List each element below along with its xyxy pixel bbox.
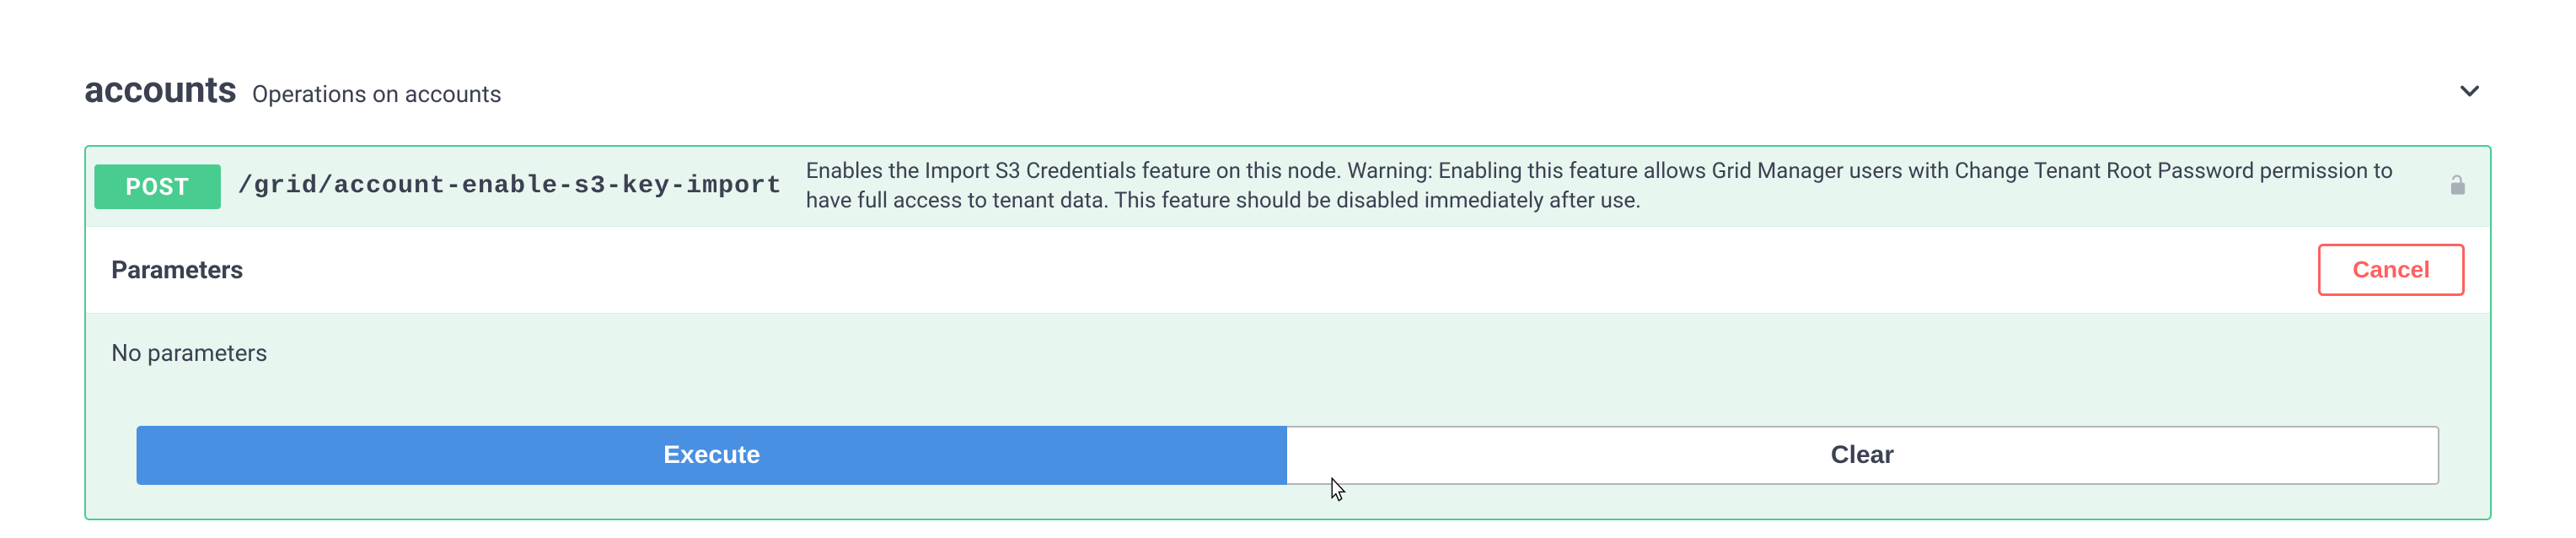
- section-header[interactable]: accounts Operations on accounts: [84, 67, 2492, 111]
- chevron-down-icon: [2455, 76, 2485, 106]
- section-subtitle: Operations on accounts: [252, 80, 502, 108]
- collapse-toggle[interactable]: [2455, 76, 2485, 110]
- method-badge: POST: [94, 164, 221, 209]
- operation-path: /grid/account-enable-s3-key-import: [238, 172, 782, 201]
- execute-button[interactable]: Execute: [137, 426, 1287, 485]
- operation-block: POST /grid/account-enable-s3-key-import …: [84, 145, 2492, 520]
- unlock-icon: [2446, 173, 2470, 196]
- parameters-bar: Parameters Cancel: [86, 226, 2490, 314]
- section-title: accounts: [84, 67, 237, 111]
- parameters-body: No parameters Execute Clear: [86, 314, 2490, 519]
- clear-button[interactable]: Clear: [1287, 426, 2439, 485]
- operation-description: Enables the Import S3 Credentials featur…: [806, 157, 2429, 216]
- action-buttons: Execute Clear: [111, 426, 2465, 485]
- no-parameters-text: No parameters: [111, 339, 2465, 367]
- operation-summary[interactable]: POST /grid/account-enable-s3-key-import …: [86, 147, 2490, 226]
- parameters-title: Parameters: [111, 256, 244, 285]
- cancel-button[interactable]: Cancel: [2318, 244, 2465, 296]
- auth-lock-button[interactable]: [2446, 173, 2473, 200]
